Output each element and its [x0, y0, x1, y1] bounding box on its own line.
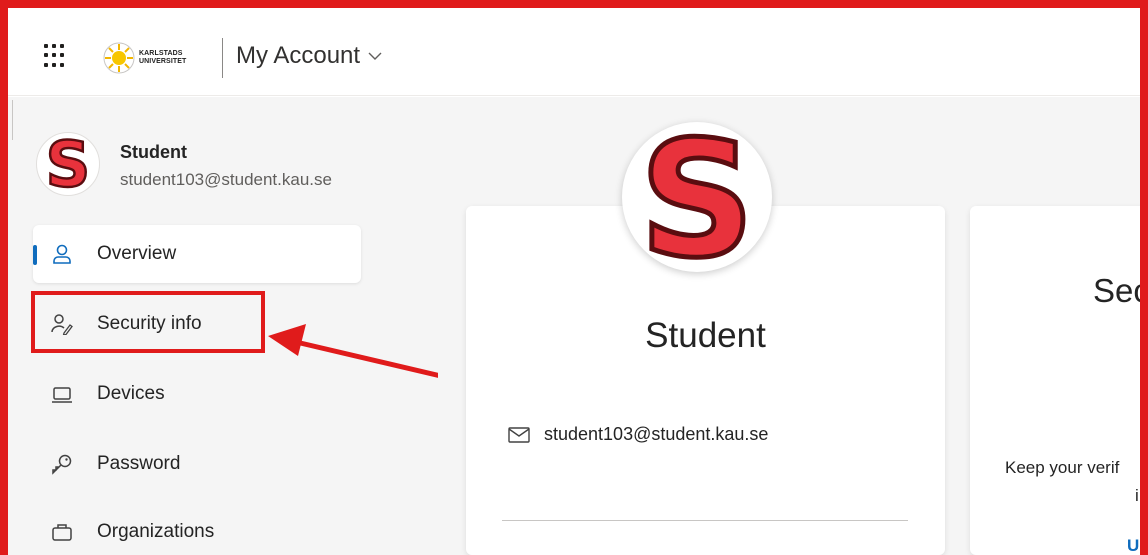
sidebar-item-label: Organizations	[97, 521, 215, 542]
scrollbar-line	[12, 100, 13, 140]
avatar-initial: S	[46, 136, 91, 192]
annotation-arrow	[268, 324, 459, 383]
sidebar-item-overview[interactable]: Overview	[33, 225, 361, 283]
user-email: student103@student.kau.se	[120, 170, 332, 189]
user-card: S Student student103@student.kau.se	[36, 132, 332, 196]
sidebar-item-label: Security info	[97, 313, 202, 334]
avatar-s-icon: S	[44, 136, 91, 192]
sidebar-item-label: Overview	[97, 243, 177, 264]
app-launcher-icon[interactable]	[44, 44, 68, 68]
security-card-link[interactable]: UI	[1127, 536, 1144, 555]
person-icon	[51, 243, 73, 265]
key-icon	[51, 453, 73, 475]
chevron-down-icon	[368, 52, 382, 60]
university-logo[interactable]: KARLSTADS UNIVERSITET	[102, 40, 200, 76]
profile-avatar-initial: S	[639, 127, 754, 267]
card-divider	[502, 520, 908, 521]
app-title: My Account	[236, 42, 361, 69]
logo-text: KARLSTADS UNIVERSITET	[139, 50, 187, 65]
profile-avatar: S	[622, 122, 772, 272]
sidebar-item-label: Devices	[97, 383, 165, 404]
my-account-menu[interactable]: My Account	[236, 42, 382, 70]
profile-email: student103@student.kau.se	[544, 424, 769, 444]
sidebar-item-password[interactable]: Password	[33, 435, 361, 493]
security-card-text: Keep your verif	[1005, 458, 1120, 477]
laptop-icon	[51, 383, 73, 405]
sidebar-item-organizations[interactable]: Organizations	[33, 503, 361, 555]
profile-name: Student	[645, 316, 766, 355]
profile-email-row: student103@student.kau.se	[508, 424, 768, 445]
sun-logo-icon	[103, 42, 135, 74]
top-header: KARLSTADS UNIVERSITET My Account	[8, 8, 1148, 96]
avatar-s-large-icon: S	[637, 127, 757, 267]
header-divider	[222, 38, 223, 78]
sidebar-item-label: Password	[97, 453, 181, 474]
mail-icon	[508, 426, 530, 443]
avatar: S	[36, 132, 100, 196]
active-indicator	[33, 245, 37, 265]
briefcase-icon	[51, 521, 73, 543]
person-key-icon	[51, 313, 73, 335]
security-card	[970, 206, 1148, 555]
security-card-text-continued: i	[1135, 486, 1139, 505]
security-card-title: Sec	[1093, 272, 1148, 309]
user-name: Student	[120, 142, 187, 162]
